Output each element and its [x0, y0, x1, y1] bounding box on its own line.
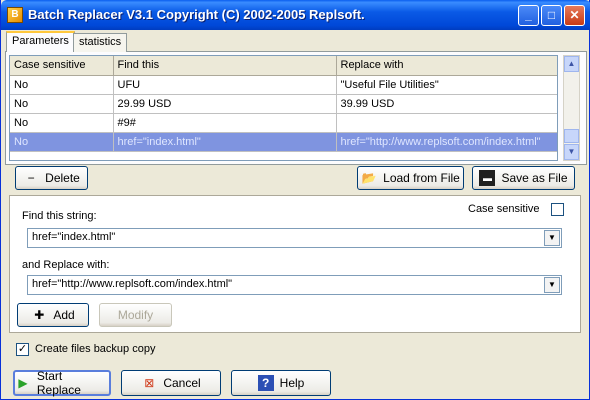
help-button[interactable]: ? Help — [231, 370, 331, 396]
table-row[interactable]: No 29.99 USD 39.99 USD — [10, 94, 557, 114]
scroll-thumb[interactable] — [564, 129, 579, 143]
cancel-button[interactable]: ⊠ Cancel — [121, 370, 221, 396]
window-title: Batch Replacer V3.1 Copyright (C) 2002-2… — [28, 7, 365, 22]
grid-scrollbar[interactable]: ▲ ▼ — [563, 55, 580, 161]
cell-case[interactable]: No — [10, 94, 114, 114]
cell-case[interactable]: No — [10, 132, 114, 152]
folder-open-icon: 📂 — [361, 171, 377, 185]
chevron-down-icon[interactable]: ▼ — [544, 230, 560, 246]
maximize-button[interactable]: □ — [541, 5, 562, 26]
delete-label: Delete — [45, 171, 80, 185]
scroll-down-icon[interactable]: ▼ — [564, 144, 579, 160]
close-button[interactable]: ✕ — [564, 5, 585, 26]
scroll-up-icon[interactable]: ▲ — [564, 56, 579, 72]
replace-with-label: and Replace with: — [22, 259, 110, 271]
minimize-button[interactable]: _ — [518, 5, 539, 26]
find-string-label: Find this string: — [22, 210, 97, 222]
backup-copy-label: Create files backup copy — [35, 343, 156, 355]
case-sensitive-label: Case sensitive — [468, 203, 540, 215]
cell-find[interactable]: 29.99 USD — [113, 94, 337, 114]
chevron-down-icon[interactable]: ▼ — [544, 277, 560, 293]
table-row-selected[interactable]: No href="index.html" href="http://www.re… — [10, 132, 557, 152]
backup-copy-checkbox[interactable]: ✓ — [16, 343, 29, 356]
column-header-find[interactable]: Find this — [113, 56, 337, 76]
floppy-disk-icon: ▬ — [479, 170, 496, 186]
load-label: Load from File — [383, 171, 460, 185]
add-button[interactable]: ✚ Add — [17, 303, 89, 327]
cell-find[interactable]: #9# — [113, 113, 337, 133]
cell-find[interactable]: href="index.html" — [113, 132, 337, 152]
modify-button[interactable]: Modify — [99, 303, 172, 327]
load-from-file-button[interactable]: 📂 Load from File — [357, 166, 464, 190]
help-icon: ? — [257, 375, 274, 391]
save-label: Save as File — [501, 171, 568, 185]
case-sensitive-checkbox[interactable] — [551, 203, 564, 216]
cell-replace[interactable]: "Useful File Utilities" — [336, 75, 557, 95]
tab-statistics[interactable]: statistics — [73, 33, 128, 52]
find-string-value: href="index.html" — [32, 231, 116, 243]
plus-icon: ✚ — [34, 308, 45, 322]
replace-with-value: href="http://www.replsoft.com/index.html… — [32, 278, 233, 290]
cell-find[interactable]: UFU — [113, 75, 337, 95]
cell-replace[interactable]: 39.99 USD — [336, 94, 557, 114]
cancel-label: Cancel — [163, 376, 201, 390]
app-icon: B — [7, 7, 23, 23]
help-label: Help — [279, 376, 305, 390]
column-header-case[interactable]: Case sensitive — [10, 56, 114, 76]
table-row[interactable]: No #9# — [10, 113, 557, 133]
tab-parameters[interactable]: Parameters — [6, 31, 75, 52]
grid-header: Case sensitive Find this Replace with — [10, 56, 557, 76]
save-as-file-button[interactable]: ▬ Save as File — [472, 166, 575, 190]
table-row[interactable]: No UFU "Useful File Utilities" — [10, 75, 557, 95]
cell-replace[interactable]: href="http://www.replsoft.com/index.html… — [336, 132, 557, 152]
cell-case[interactable]: No — [10, 113, 114, 133]
delete-button[interactable]: − Delete — [15, 166, 88, 190]
modify-label: Modify — [117, 308, 154, 322]
start-replace-button[interactable]: ▶ Start Replace — [13, 369, 111, 397]
minus-icon: − — [27, 171, 35, 185]
column-header-replace[interactable]: Replace with — [336, 56, 557, 76]
play-icon: ▶ — [18, 376, 28, 390]
main-window: B Batch Replacer V3.1 Copyright (C) 2002… — [0, 0, 590, 400]
title-bar[interactable]: B Batch Replacer V3.1 Copyright (C) 2002… — [1, 0, 590, 30]
rules-grid[interactable]: Case sensitive Find this Replace with No… — [9, 55, 558, 161]
cancel-icon: ⊠ — [144, 376, 155, 390]
cell-case[interactable]: No — [10, 75, 114, 95]
find-string-input[interactable]: href="index.html" ▼ — [27, 228, 562, 248]
start-replace-label: Start Replace — [36, 369, 81, 397]
replace-with-input[interactable]: href="http://www.replsoft.com/index.html… — [27, 275, 562, 295]
cell-replace[interactable] — [336, 113, 557, 133]
add-label: Add — [53, 308, 75, 322]
